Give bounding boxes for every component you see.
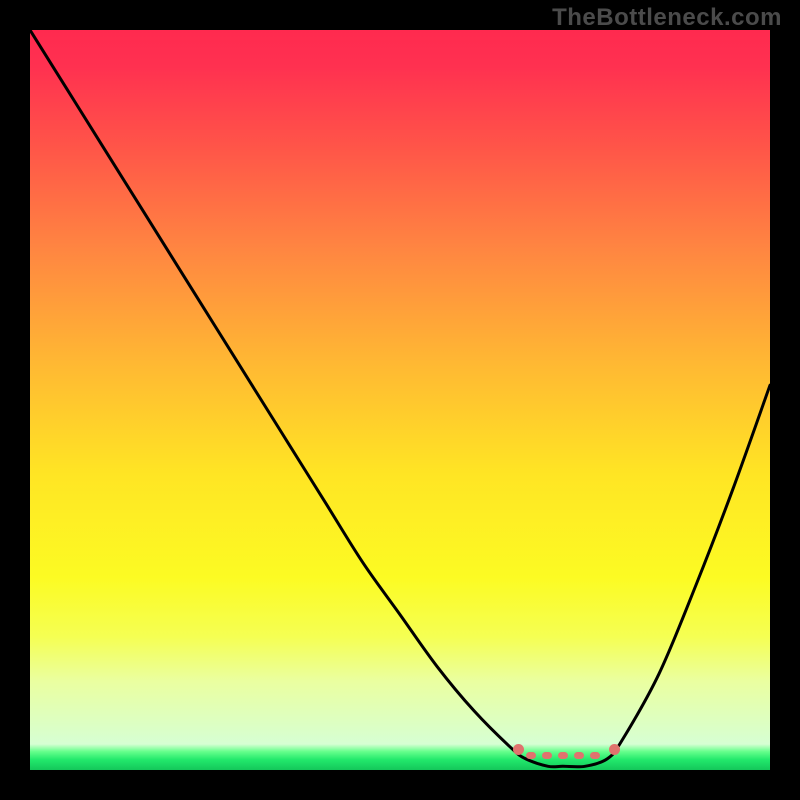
plot-area [30, 30, 770, 770]
bottleneck-curve [30, 30, 770, 770]
chart-frame: TheBottleneck.com [0, 0, 800, 800]
watermark-text: TheBottleneck.com [552, 4, 782, 32]
